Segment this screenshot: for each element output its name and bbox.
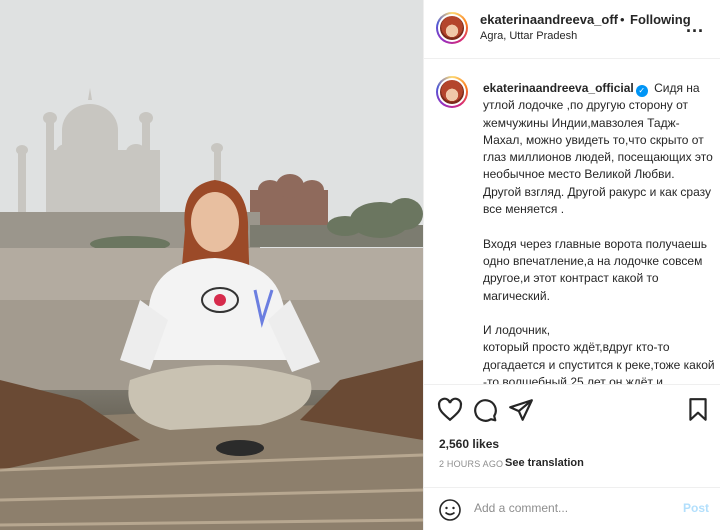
avatar[interactable] [436, 12, 468, 44]
heart-icon[interactable] [437, 397, 463, 423]
post-comment-button[interactable]: Post [683, 501, 709, 515]
verified-badge-icon: ✓ [635, 85, 648, 97]
caption-text-block: ekaterinaandreeva_official ✓ Сидя на утло… [483, 80, 715, 384]
location-link[interactable]: Agra, Uttar Pradesh [480, 30, 577, 42]
bookmark-icon[interactable] [685, 397, 711, 423]
post-header: ekaterinaandreeva_off • Following Agra, … [424, 0, 720, 59]
share-icon[interactable] [508, 397, 534, 423]
comment-input[interactable]: Add a comment... [474, 501, 568, 515]
post-side-panel: ekaterinaandreeva_off • Following Agra, … [423, 0, 720, 530]
separator-dot: • [620, 12, 625, 27]
post-timestamp[interactable]: 2 HOURS AGO [439, 459, 503, 469]
post-photo[interactable] [0, 0, 423, 530]
caption-section: ekaterinaandreeva_official ✓ Сидя на утло… [424, 60, 720, 384]
caption-username[interactable]: ekaterinaandreeva_official [483, 81, 634, 95]
comment-icon[interactable] [472, 397, 498, 423]
see-translation-link[interactable]: See translation [505, 457, 584, 469]
likes-count[interactable]: 2,560 likes [439, 437, 499, 451]
caption-text: Сидя на утлой лодочке ,по другую сторону… [483, 81, 715, 384]
comment-bar: Add a comment... Post [424, 487, 720, 530]
emoji-icon[interactable] [438, 498, 462, 522]
caption-avatar[interactable] [436, 76, 468, 108]
post-actions: 2,560 likes 2 HOURS AGO See translation [424, 384, 720, 496]
following-button[interactable]: Following [630, 12, 691, 27]
header-username[interactable]: ekaterinaandreeva_off [480, 12, 618, 27]
post-photo-illustration [0, 0, 423, 530]
more-options-icon[interactable]: ... [686, 16, 704, 37]
